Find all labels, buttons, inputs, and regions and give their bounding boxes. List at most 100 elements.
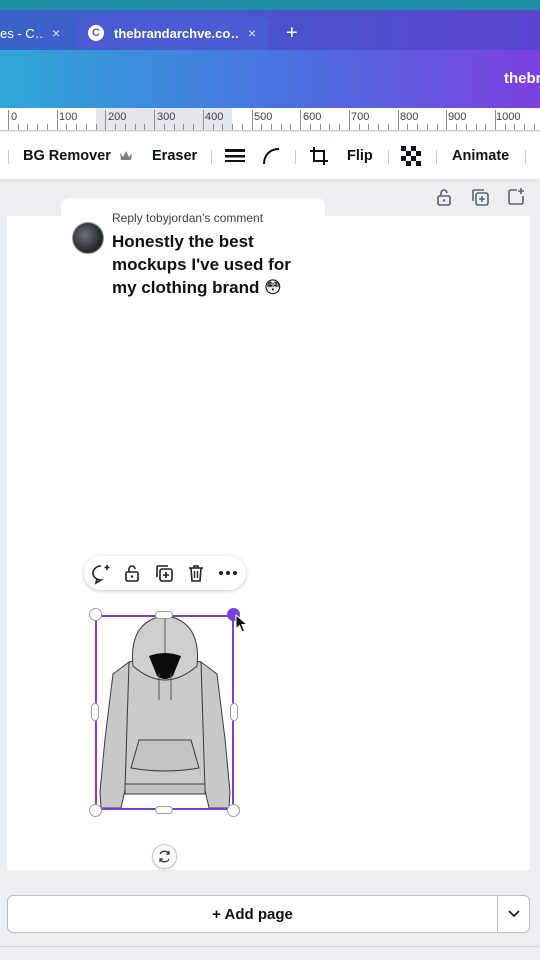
ruler-tick (397, 110, 399, 130)
ruler-tick (514, 124, 516, 130)
chevron-down-icon (507, 910, 520, 918)
crop-icon (310, 147, 328, 165)
bg-remover-button[interactable]: BG Remover (23, 145, 133, 167)
resize-handle-bottom-right[interactable] (227, 804, 240, 817)
ruler-tick (27, 124, 29, 130)
ruler-tick (163, 124, 165, 130)
ruler-label: 1000 (496, 111, 521, 123)
ruler-label: 700 (351, 111, 370, 123)
ruler-tick (37, 124, 39, 130)
reply-prefix: Reply to (112, 211, 157, 225)
rotate-icon (159, 850, 170, 863)
add-page-dropdown-button[interactable] (497, 895, 530, 933)
rotate-handle[interactable] (152, 844, 177, 869)
transparency-button[interactable] (401, 145, 421, 167)
bg-remover-label: BG Remover (23, 148, 111, 164)
tab-active[interactable]: C thebrandarchve.co… × (78, 16, 268, 50)
tab-title: thebrandarchve.co… (114, 25, 238, 41)
more-options-button[interactable] (218, 563, 238, 583)
transparency-icon (401, 146, 421, 166)
ruler-tick (329, 124, 331, 130)
browser-top-edge (0, 0, 540, 10)
ruler-tick (475, 124, 477, 130)
duplicate-button[interactable] (154, 563, 174, 583)
eraser-button[interactable]: Eraser (152, 145, 197, 167)
resize-handle-right[interactable] (230, 703, 238, 721)
unlock-icon (437, 189, 451, 206)
ruler-tick (495, 110, 496, 130)
duplicate-page-button[interactable] (469, 186, 493, 210)
app-header: thebr (0, 50, 540, 108)
ruler-tick (46, 124, 48, 130)
resize-handle-bottom-left[interactable] (89, 804, 102, 817)
design-title[interactable]: thebr (504, 70, 540, 87)
flip-label: Flip (347, 148, 373, 164)
ruler-tick (524, 124, 526, 130)
ruler-tick (66, 124, 68, 130)
more-dots-icon (219, 571, 237, 575)
toolbar-divider (525, 150, 526, 164)
add-comment-button[interactable] (90, 563, 110, 585)
reply-suffix: 's comment (202, 211, 264, 225)
crown-icon (119, 151, 132, 160)
animate-button[interactable]: Animate (452, 145, 509, 167)
ruler-tick (105, 110, 107, 130)
ruler-tick (124, 124, 126, 130)
ruler-label: 200 (108, 111, 127, 123)
add-page-icon-button[interactable] (505, 186, 529, 210)
reply-user: byjordan (156, 211, 203, 225)
new-tab-button[interactable]: + (286, 22, 298, 45)
ruler-tick (193, 124, 195, 130)
border-style-icon (225, 149, 245, 162)
ruler-tick (8, 110, 9, 130)
ruler-tick (212, 124, 214, 130)
eraser-label: Eraser (152, 148, 198, 164)
corner-rounding-icon (263, 148, 280, 165)
ruler: 0 100 200 300 400 500 600 700 800 900 10… (0, 108, 540, 131)
ruler-tick (368, 124, 370, 130)
editor-toolbar: BG Remover Eraser Flip Animate (0, 132, 540, 180)
duplicate-icon (156, 565, 173, 582)
ruler-label: 900 (448, 111, 467, 123)
close-tab-icon[interactable]: × (248, 25, 256, 41)
resize-handle-bottom[interactable] (155, 806, 173, 814)
close-tab-icon[interactable]: × (52, 25, 60, 41)
resize-handle-top-left[interactable] (89, 608, 102, 621)
ruler-tick (280, 124, 282, 130)
ruler-tick (261, 124, 263, 130)
ruler-tick (154, 110, 156, 130)
ruler-label: 0 (11, 111, 18, 123)
lock-page-button[interactable] (433, 186, 457, 210)
ruler-tick (232, 124, 234, 130)
lock-button[interactable] (122, 563, 142, 583)
comment-add-icon (92, 565, 110, 585)
element-context-toolbar (84, 556, 246, 590)
avatar (72, 222, 104, 254)
ruler-label: 300 (157, 111, 176, 123)
reply-to-line: Reply tobyjordan's comment (112, 211, 263, 225)
ruler-label: 800 (400, 111, 419, 123)
unlock-icon (125, 565, 139, 582)
duplicate-icon (472, 189, 489, 206)
corner-rounding-button[interactable] (262, 145, 280, 167)
reply-comment-card: Reply tobyjordan's comment Honestly the … (61, 198, 325, 323)
resize-handle-left[interactable] (91, 703, 99, 721)
crop-button[interactable] (309, 145, 329, 167)
add-page-icon (508, 188, 524, 205)
selection-frame (95, 615, 234, 810)
flip-button[interactable]: Flip (347, 145, 373, 167)
ruler-tick (446, 110, 448, 130)
resize-handle-top[interactable] (155, 611, 173, 619)
ruler-tick (222, 124, 224, 130)
delete-button[interactable] (186, 563, 206, 583)
toolbar-divider (295, 150, 296, 164)
tab-inactive[interactable]: es - C… × (0, 16, 76, 50)
ruler-tick (319, 124, 321, 130)
ruler-tick (76, 124, 78, 130)
ruler-tick (134, 124, 136, 130)
animate-label: Animate (452, 148, 510, 164)
border-style-button[interactable] (225, 145, 245, 167)
add-page-label: + Add page (212, 905, 293, 923)
add-page-button[interactable]: + Add page (7, 895, 498, 933)
ruler-tick (309, 124, 311, 130)
